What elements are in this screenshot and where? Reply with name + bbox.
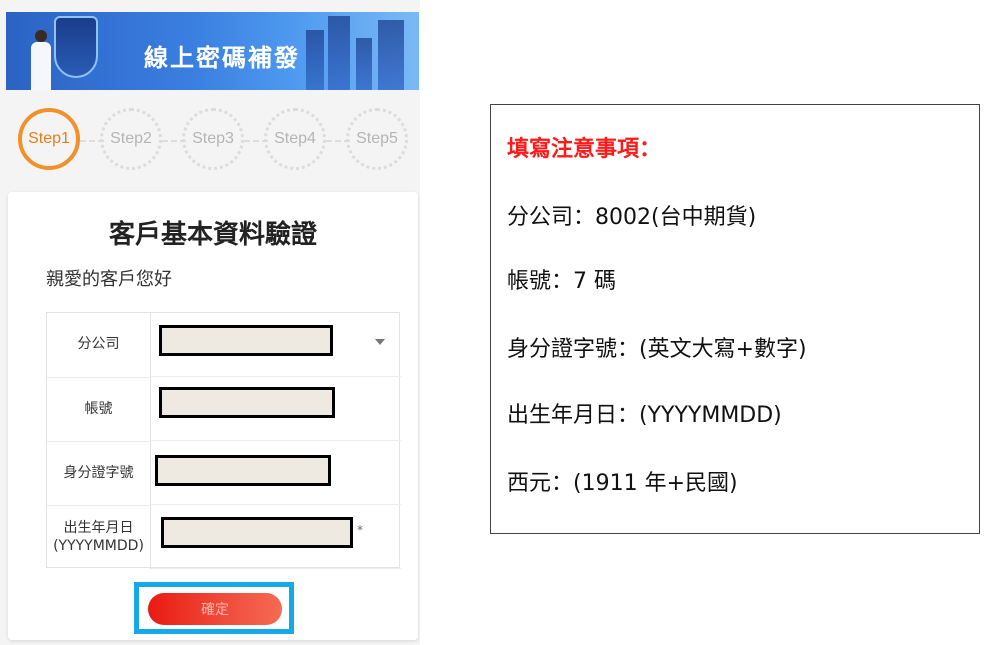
form-row-birthdate: 出生年月日 (YYYYMMDD) * [47, 505, 401, 569]
notes-title: 填寫注意事項： [507, 137, 662, 162]
form-row-branch: 分公司 [47, 313, 401, 377]
form-row-account: 帳號 [47, 377, 401, 441]
id-number-cell [151, 441, 401, 505]
note-year-conversion: 西元：(1911 年+民國) [507, 471, 738, 496]
note-id-number: 身分證字號：(英文大寫+數字) [507, 337, 807, 362]
note-account: 帳號：7 碼 [507, 269, 616, 294]
notes-panel: 填寫注意事項： 分公司：8002(台中期貨) 帳號：7 碼 身分證字號：(英文大… [490, 104, 980, 534]
branch-label: 分公司 [47, 313, 151, 377]
required-mark: * [357, 523, 363, 537]
shield-icon [54, 16, 98, 78]
building-graphic [306, 30, 324, 90]
birthdate-cell: * [151, 505, 401, 569]
card-title: 客戶基本資料驗證 [108, 220, 317, 250]
account-cell [151, 377, 401, 441]
note-branch: 分公司：8002(台中期貨) [507, 205, 757, 230]
account-input[interactable] [159, 387, 335, 418]
note-birthdate: 出生年月日：(YYYYMMDD) [507, 403, 782, 428]
birthdate-label: 出生年月日 (YYYYMMDD) [47, 505, 151, 569]
step-3: Step3 [182, 108, 244, 170]
person-illustration [28, 30, 54, 90]
banner: 線上密碼補發 [6, 12, 419, 90]
verification-card: 客戶基本資料驗證 親愛的客戶您好 分公司 帳號 身分證字號 出生年月日 (YYY… [8, 192, 418, 640]
id-number-label: 身分證字號 [47, 441, 151, 505]
step-2: Step2 [100, 108, 162, 170]
step-4: Step4 [264, 108, 326, 170]
step-indicator: Step1 Step2 Step3 Step4 Step5 [0, 100, 420, 180]
verification-form: 分公司 帳號 身分證字號 出生年月日 (YYYYMMDD) * [46, 312, 401, 569]
birthdate-input[interactable] [161, 517, 353, 548]
building-graphic [378, 20, 404, 90]
banner-title: 線上密碼補發 [144, 44, 300, 72]
branch-select[interactable] [151, 313, 401, 377]
branch-select-value[interactable] [159, 325, 333, 356]
step-1: Step1 [18, 108, 80, 170]
form-row-id-number: 身分證字號 [47, 441, 401, 505]
dropdown-arrow-icon[interactable] [375, 339, 385, 345]
step-5: Step5 [346, 108, 408, 170]
id-number-input[interactable] [155, 455, 331, 486]
highlight-frame: 確定 [134, 582, 294, 634]
greeting-text: 親愛的客戶您好 [46, 269, 172, 290]
building-graphic [356, 38, 372, 90]
mobile-screen: 線上密碼補發 Step1 Step2 Step3 Step4 Step5 客戶基… [0, 0, 420, 645]
confirm-button[interactable]: 確定 [148, 593, 282, 625]
account-label: 帳號 [47, 377, 151, 441]
building-graphic [328, 16, 350, 90]
